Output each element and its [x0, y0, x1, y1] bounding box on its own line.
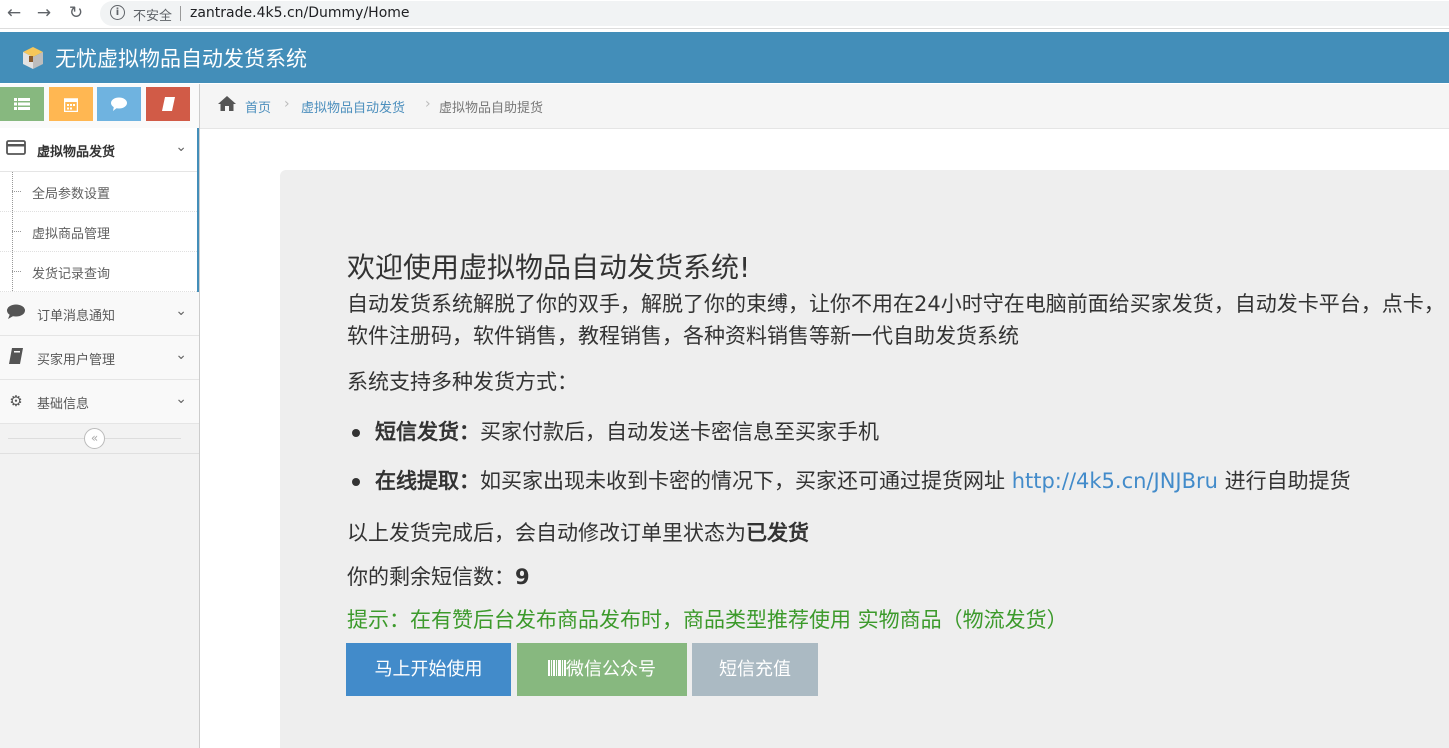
- breadcrumb-current: 虚拟物品自助提货: [439, 101, 544, 116]
- bullet-text-after: 进行自助提货: [1224, 469, 1351, 493]
- menu-order-notification[interactable]: 订单消息通知 ⌄: [0, 292, 199, 336]
- menu-label: 虚拟物品发货: [37, 145, 116, 160]
- bullet-text: 买家付款后，自动发送卡密信息至买家手机: [480, 420, 879, 444]
- breadcrumb-home-link[interactable]: 首页: [245, 97, 271, 116]
- menu-label: 基础信息: [37, 397, 90, 412]
- pickup-url-link[interactable]: http://4k5.cn/JNJBru: [1012, 469, 1218, 493]
- back-icon[interactable]: ←: [4, 3, 24, 23]
- breadcrumb-separator-icon: ›: [425, 96, 431, 112]
- chevron-down-icon: ⌄: [175, 347, 187, 363]
- credit-card-icon: [6, 140, 26, 158]
- bullet-dot-icon: [352, 478, 360, 486]
- bullet-label: 在线提取：: [375, 469, 480, 493]
- comment-shortcut-button[interactable]: [97, 87, 141, 121]
- chevron-down-icon: ⌄: [175, 391, 187, 407]
- breadcrumb-separator-icon: ›: [284, 96, 290, 112]
- submenu-product-management[interactable]: 虚拟商品管理: [0, 212, 197, 252]
- submenu-label: 虚拟商品管理: [32, 227, 111, 242]
- sidebar-collapse-bar: «: [0, 424, 199, 454]
- welcome-title: 欢迎使用虚拟物品自动发货系统!: [347, 251, 751, 284]
- sidebar: 虚拟物品发货 ⌄ 全局参数设置 虚拟商品管理 发货记录查询 订单消息通知 ⌄ 买…: [0, 84, 200, 748]
- submenu-delivery-records[interactable]: 发货记录查询: [0, 252, 197, 292]
- status-value: 已发货: [746, 521, 809, 545]
- submenu-label: 全局参数设置: [32, 187, 111, 202]
- intro-paragraph: 自动发货系统解脱了你的双手，解脱了你的束缚，让你不用在24小时守在电脑前面给买家…: [347, 292, 1445, 348]
- chevron-down-icon: ⌄: [175, 139, 187, 155]
- home-icon[interactable]: [218, 96, 236, 116]
- book-shortcut-button[interactable]: [146, 87, 190, 121]
- app-header: 无忧虚拟物品自动发货系统: [0, 32, 1449, 83]
- menu-label: 订单消息通知: [37, 309, 116, 324]
- menu-virtual-delivery[interactable]: 虚拟物品发货 ⌄: [0, 128, 199, 172]
- menu-basic-info[interactable]: ⚙ 基础信息 ⌄: [0, 380, 199, 424]
- start-using-button[interactable]: 马上开始使用: [346, 643, 511, 696]
- sms-recharge-button[interactable]: 短信充值: [692, 643, 818, 696]
- start-using-label: 马上开始使用: [374, 659, 483, 680]
- list-icon: [14, 98, 30, 110]
- bullet-online-pickup: 在线提取：如买家出现未收到卡密的情况下，买家还可通过提货网址 http://4k…: [352, 465, 1351, 495]
- calendar-icon: [63, 97, 79, 112]
- tip-text: 提示：在有赞后台发布商品发布时，商品类型推荐使用 实物商品（物流发货）: [347, 608, 1068, 632]
- calendar-shortcut-button[interactable]: [49, 87, 93, 121]
- status-note-text: 以上发货完成后，会自动修改订单里状态为: [347, 521, 746, 545]
- menu-label: 买家用户管理: [37, 353, 116, 368]
- sms-remaining-label: 你的剩余短信数：: [347, 565, 515, 589]
- sms-remaining-count: 9: [515, 565, 530, 589]
- delivery-status-note: 以上发货完成后，会自动修改订单里状态为已发货: [347, 517, 809, 547]
- comment-icon: [6, 304, 26, 322]
- support-text: 系统支持多种发货方式：: [347, 370, 578, 394]
- address-divider: [180, 6, 181, 21]
- reload-icon[interactable]: ↻: [66, 3, 86, 23]
- book-icon: [6, 348, 26, 366]
- bullet-label: 短信发货：: [375, 420, 480, 444]
- bullet-sms-delivery: 短信发货：买家付款后，自动发送卡密信息至买家手机: [352, 416, 879, 446]
- bullet-text: 如买家出现未收到卡密的情况下，买家还可通过提货网址: [480, 469, 1005, 493]
- browser-toolbar: ← → ↻ i 不安全 zantrade.4k5.cn/Dummy/Home: [0, 0, 1449, 29]
- wechat-account-label: 微信公众号: [566, 659, 656, 680]
- menu-buyer-management[interactable]: 买家用户管理 ⌄: [0, 336, 199, 380]
- breadcrumb: 首页 › 虚拟物品自动发货 › 虚拟物品自助提货: [200, 84, 1449, 129]
- sms-remaining: 你的剩余短信数：9: [347, 561, 530, 591]
- book-icon: [161, 97, 175, 111]
- submenu-label: 发货记录查询: [32, 267, 111, 282]
- address-bar[interactable]: i 不安全 zantrade.4k5.cn/Dummy/Home: [100, 1, 1449, 26]
- app-title: 无忧虚拟物品自动发货系统: [55, 47, 307, 71]
- box-logo-icon: [23, 47, 43, 69]
- welcome-panel: 欢迎使用虚拟物品自动发货系统! 自动发货系统解脱了你的双手，解脱了你的束缚，让你…: [280, 170, 1449, 748]
- double-chevron-left-icon[interactable]: «: [84, 428, 105, 449]
- forward-icon[interactable]: →: [34, 3, 54, 23]
- gear-icon: ⚙: [9, 392, 23, 410]
- submenu-global-settings[interactable]: 全局参数设置: [0, 172, 197, 212]
- submenu-virtual-delivery: 全局参数设置 虚拟商品管理 发货记录查询: [0, 172, 199, 292]
- barcode-icon: [548, 660, 566, 676]
- wechat-account-button[interactable]: 微信公众号: [517, 643, 687, 696]
- url-text[interactable]: zantrade.4k5.cn/Dummy/Home: [190, 5, 410, 21]
- breadcrumb-level1-link[interactable]: 虚拟物品自动发货: [301, 97, 405, 116]
- shortcut-bar: [0, 84, 199, 129]
- comment-icon: [111, 97, 127, 111]
- sms-recharge-label: 短信充值: [719, 659, 791, 680]
- chevron-down-icon: ⌄: [175, 303, 187, 319]
- bullet-dot-icon: [352, 429, 360, 437]
- info-icon[interactable]: i: [110, 5, 125, 20]
- insecure-label: 不安全: [133, 9, 173, 24]
- list-shortcut-button[interactable]: [0, 87, 44, 121]
